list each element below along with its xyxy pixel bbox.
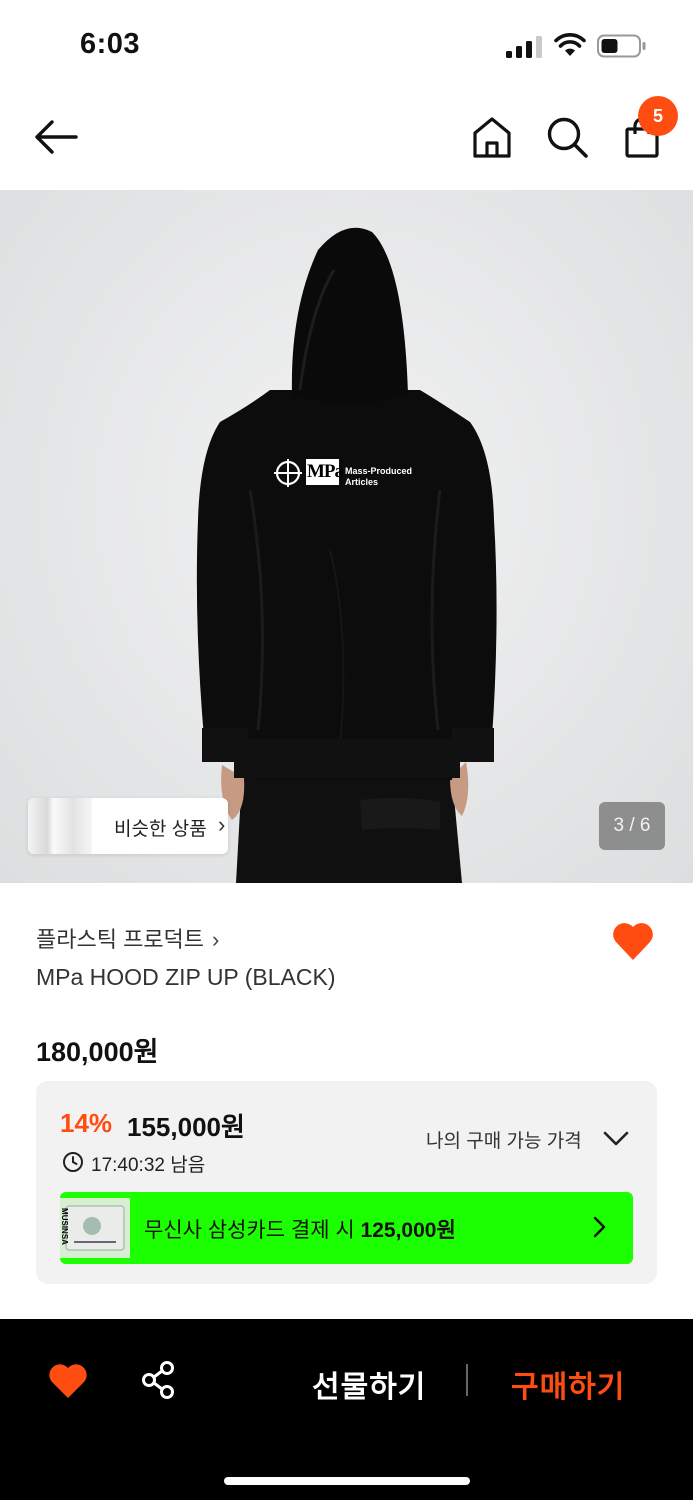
like-heart-icon[interactable] bbox=[610, 918, 656, 962]
product-image[interactable]: MPa Mass-Produced Articles bbox=[0, 190, 693, 883]
divider bbox=[466, 1364, 468, 1396]
similar-product-thumbnail bbox=[28, 798, 92, 854]
card-promo-text: 무신사 삼성카드 결제 시 125,000원 bbox=[144, 1214, 456, 1244]
logo-line2: Articles bbox=[345, 477, 379, 487]
bottom-action-bar bbox=[0, 1319, 693, 1500]
brand-name: 플라스틱 프로덕트 bbox=[36, 927, 205, 952]
image-page-indicator: 3 / 6 bbox=[599, 802, 665, 850]
brand-link[interactable]: 플라스틱 프로덕트 › bbox=[36, 922, 219, 954]
heart-icon[interactable] bbox=[47, 1360, 89, 1400]
card-promo-prefix: 무신사 삼성카드 결제 시 bbox=[144, 1219, 361, 1242]
back-button[interactable] bbox=[32, 116, 80, 158]
similar-products-button[interactable]: 비슷한 상품 › bbox=[28, 798, 228, 854]
signal-icon bbox=[506, 36, 542, 58]
card-promo-thumbnail: MUSINSA bbox=[60, 1198, 130, 1258]
logo-line1: Mass-Produced bbox=[345, 466, 413, 476]
card-promo-price: 125,000원 bbox=[360, 1219, 456, 1242]
card-image-icon bbox=[60, 1198, 130, 1258]
my-price-toggle[interactable]: 나의 구매 가능 가격 bbox=[426, 1126, 582, 1153]
sale-timer: 17:40:32 남음 bbox=[91, 1155, 206, 1176]
home-button[interactable] bbox=[470, 114, 514, 160]
wifi-icon bbox=[554, 33, 586, 56]
product-name: MPa HOOD ZIP UP (BLACK) bbox=[36, 964, 336, 990]
search-button[interactable] bbox=[544, 114, 590, 160]
card-brand-text: MUSINSA bbox=[60, 1208, 69, 1245]
cart-count-badge: 5 bbox=[638, 96, 678, 136]
buy-button[interactable]: 구매하기 bbox=[511, 1362, 625, 1406]
chevron-right-icon: › bbox=[212, 927, 220, 952]
chevron-right-icon: › bbox=[218, 812, 226, 837]
clock-icon bbox=[63, 1152, 83, 1172]
share-icon[interactable] bbox=[140, 1360, 178, 1400]
original-price: 180,000원 bbox=[36, 1037, 159, 1067]
status-time: 6:03 bbox=[80, 28, 141, 60]
home-indicator bbox=[224, 1477, 470, 1485]
chevron-right-icon bbox=[593, 1216, 606, 1238]
discount-rate: 14% bbox=[60, 1108, 113, 1138]
logo-mark-text: MPa bbox=[307, 461, 344, 482]
sale-price: 155,000원 bbox=[127, 1112, 245, 1142]
card-promotion-banner[interactable]: MUSINSA 무신사 삼성카드 결제 시 125,000원 bbox=[60, 1192, 633, 1264]
gift-button[interactable]: 선물하기 bbox=[312, 1362, 426, 1406]
similar-products-label: 비슷한 상품 bbox=[114, 819, 207, 840]
chevron-down-icon[interactable] bbox=[602, 1127, 630, 1149]
hoodie-illustration bbox=[196, 227, 497, 883]
battery-icon bbox=[597, 34, 646, 58]
